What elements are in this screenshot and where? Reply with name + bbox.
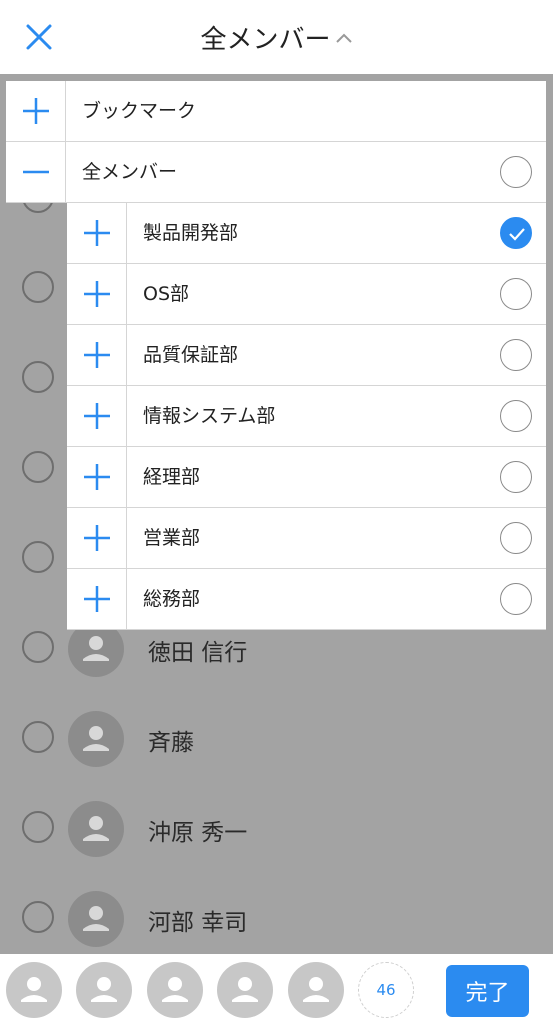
expand-button[interactable]	[67, 386, 127, 446]
member-radio[interactable]	[22, 721, 54, 753]
plus-icon	[83, 281, 110, 307]
avatar	[68, 711, 124, 767]
selected-avatar[interactable]	[147, 962, 203, 1018]
group-radio[interactable]	[500, 339, 532, 371]
person-icon	[21, 977, 47, 1002]
check-icon	[509, 228, 525, 241]
group-row[interactable]: 経理部	[67, 447, 546, 508]
group-radio[interactable]	[500, 522, 532, 554]
group-label: 総務部	[143, 588, 201, 610]
group-radio[interactable]	[500, 278, 532, 310]
member-name: 斉藤	[148, 730, 194, 756]
selected-avatar[interactable]	[288, 962, 344, 1018]
group-label: 全メンバー	[82, 161, 178, 183]
member-name: 沖原 秀一	[148, 820, 248, 846]
person-icon	[83, 906, 109, 931]
group-label: 営業部	[143, 527, 201, 549]
chevron-up-icon	[335, 33, 352, 43]
done-button[interactable]: 完了	[446, 965, 529, 1017]
group-radio[interactable]	[500, 461, 532, 493]
expand-button[interactable]	[67, 264, 127, 324]
group-label: OS部	[143, 283, 190, 305]
member-list: 徳田 信行 斉藤 沖原 秀一 河部 幸司 ブックマーク 全メンバー 製品開発部 …	[0, 74, 553, 954]
page-title: 全メンバー	[200, 24, 331, 55]
group-dropdown: ブックマーク 全メンバー 製品開発部 OS部 品質保証部 情報システム部 経理部…	[0, 74, 553, 634]
group-row[interactable]: 総務部	[67, 569, 546, 630]
plus-icon	[83, 220, 110, 246]
plus-icon	[22, 98, 49, 124]
avatar	[68, 801, 124, 857]
group-selector-toggle[interactable]: 全メンバー	[0, 0, 553, 74]
group-row[interactable]: 製品開発部	[67, 203, 546, 264]
expand-button[interactable]	[6, 81, 66, 141]
list-item[interactable]: 河部 幸司	[0, 874, 553, 954]
person-icon	[232, 977, 258, 1002]
group-label: 製品開発部	[143, 222, 239, 244]
member-radio[interactable]	[22, 631, 54, 663]
plus-icon	[83, 342, 110, 368]
selected-avatar[interactable]	[217, 962, 273, 1018]
member-name: 河部 幸司	[148, 910, 248, 936]
person-icon	[91, 977, 117, 1002]
group-row-all-members[interactable]: 全メンバー	[6, 142, 546, 203]
expand-button[interactable]	[67, 325, 127, 385]
list-item[interactable]: 斉藤	[0, 694, 553, 784]
plus-icon	[83, 586, 110, 612]
person-icon	[303, 977, 329, 1002]
group-row[interactable]: 情報システム部	[67, 386, 546, 447]
person-icon	[83, 726, 109, 751]
group-label: 経理部	[143, 466, 201, 488]
selected-avatar[interactable]	[76, 962, 132, 1018]
group-row[interactable]: 品質保証部	[67, 325, 546, 386]
group-label: 品質保証部	[143, 344, 239, 366]
expand-button[interactable]	[67, 508, 127, 568]
selected-avatar[interactable]	[6, 962, 62, 1018]
group-row[interactable]: 営業部	[67, 508, 546, 569]
person-icon	[162, 977, 188, 1002]
header-bar: 全メンバー	[0, 0, 553, 74]
group-row[interactable]: OS部	[67, 264, 546, 325]
person-icon	[83, 816, 109, 841]
selected-members-bar: 46 完了	[0, 954, 553, 1024]
group-radio-checked[interactable]	[500, 217, 532, 249]
group-label: 情報システム部	[143, 405, 276, 427]
collapse-button[interactable]	[6, 142, 66, 202]
group-radio[interactable]	[500, 400, 532, 432]
member-radio[interactable]	[22, 811, 54, 843]
member-radio[interactable]	[22, 901, 54, 933]
plus-icon	[83, 464, 110, 490]
list-item[interactable]: 沖原 秀一	[0, 784, 553, 874]
member-name: 徳田 信行	[148, 640, 248, 666]
expand-button[interactable]	[67, 569, 127, 629]
plus-icon	[83, 403, 110, 429]
selected-count-badge[interactable]: 46	[358, 962, 414, 1018]
expand-button[interactable]	[67, 447, 127, 507]
minus-icon	[22, 170, 49, 174]
avatar	[68, 891, 124, 947]
group-radio[interactable]	[500, 583, 532, 615]
expand-button[interactable]	[67, 203, 127, 263]
group-radio[interactable]	[500, 156, 532, 188]
group-row-bookmark[interactable]: ブックマーク	[6, 81, 546, 142]
group-label: ブックマーク	[82, 100, 197, 122]
plus-icon	[83, 525, 110, 551]
